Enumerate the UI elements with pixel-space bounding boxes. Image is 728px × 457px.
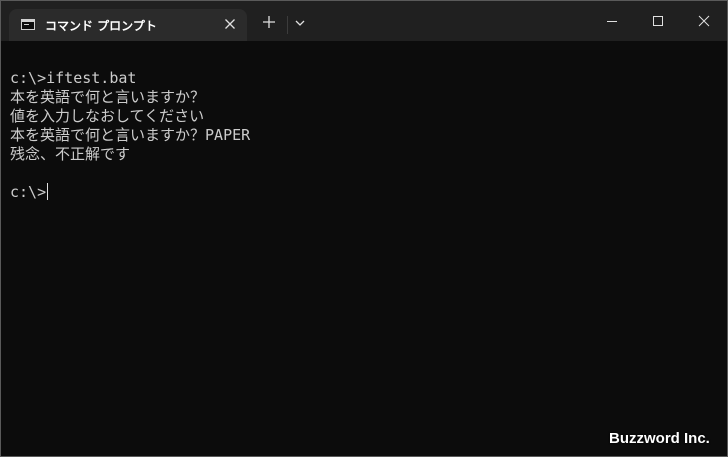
tab-title: コマンド プロンプト bbox=[45, 19, 157, 33]
terminal-line: 残念、不正解です bbox=[10, 145, 131, 163]
tab-command-prompt[interactable]: コマンド プロンプト bbox=[9, 9, 247, 41]
watermark: Buzzword Inc. bbox=[609, 430, 710, 447]
chevron-down-icon[interactable] bbox=[292, 15, 308, 31]
terminal-line: c:\>iftest.bat bbox=[10, 69, 137, 87]
terminal-prompt-line[interactable]: c:\> bbox=[10, 183, 49, 202]
toolbar-divider bbox=[287, 16, 288, 34]
maximize-icon[interactable] bbox=[635, 1, 681, 41]
minimize-icon[interactable] bbox=[589, 1, 635, 41]
terminal-line: 本を英語で何と言いますか？PAPER bbox=[10, 126, 251, 144]
terminal-line: 本を英語で何と言いますか？ bbox=[10, 88, 206, 106]
close-icon[interactable] bbox=[681, 1, 727, 41]
close-icon[interactable] bbox=[223, 17, 237, 31]
text-cursor bbox=[47, 183, 49, 200]
console-icon bbox=[21, 19, 35, 30]
terminal-window: コマンド プロンプト c:\>iftest.bat 本を英語で何と言いますか？ … bbox=[0, 0, 728, 457]
title-bar: コマンド プロンプト bbox=[1, 1, 727, 41]
terminal-output[interactable]: c:\>iftest.bat 本を英語で何と言いますか？ 値を入力しなおしてくだ… bbox=[1, 41, 727, 456]
prompt-text: c:\> bbox=[10, 183, 47, 201]
plus-icon[interactable] bbox=[260, 13, 278, 31]
terminal-line: 値を入力しなおしてください bbox=[10, 107, 205, 125]
